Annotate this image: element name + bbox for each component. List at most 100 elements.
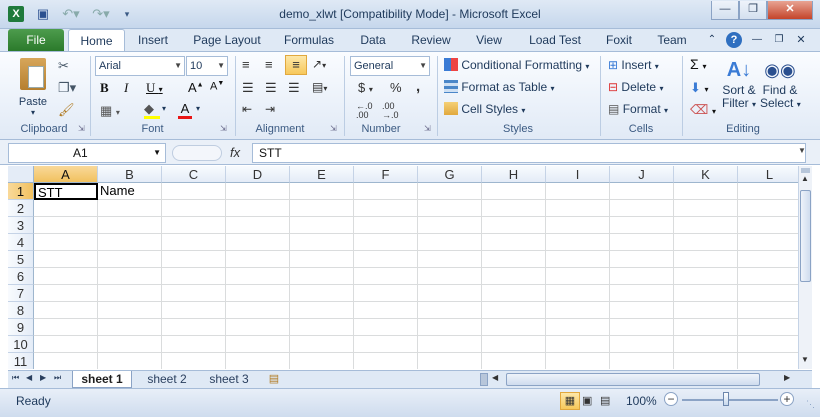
zoom-level[interactable]: 100% xyxy=(626,394,657,408)
cut-icon[interactable]: ✂ xyxy=(58,58,69,74)
font-name-combo[interactable]: Arial ▼ xyxy=(95,56,185,76)
clear-icon[interactable]: ⌫ ▾ xyxy=(690,102,716,118)
cell-g5[interactable] xyxy=(418,251,482,268)
fill-color-dropdown[interactable]: ▾ xyxy=(162,104,166,113)
increase-decimal-icon[interactable]: ←.0.00 xyxy=(356,102,373,120)
column-header[interactable]: F xyxy=(354,166,418,183)
sheet-tab[interactable]: sheet 2 xyxy=(138,371,196,388)
column-header[interactable]: E xyxy=(290,166,354,183)
cell-a2[interactable] xyxy=(34,200,98,217)
cell-i5[interactable] xyxy=(546,251,610,268)
cell-h3[interactable] xyxy=(482,217,546,234)
sheet-tab[interactable]: sheet 3 xyxy=(200,371,258,388)
cell-f2[interactable] xyxy=(354,200,418,217)
cell-h8[interactable] xyxy=(482,302,546,319)
font-size-combo[interactable]: 10 ▼ xyxy=(186,56,228,76)
cell-k4[interactable] xyxy=(674,234,738,251)
cell-f4[interactable] xyxy=(354,234,418,251)
column-header[interactable]: H xyxy=(482,166,546,183)
cell-j4[interactable] xyxy=(610,234,674,251)
zoom-in-icon[interactable]: + xyxy=(780,392,794,406)
cell-h6[interactable] xyxy=(482,268,546,285)
cell-c8[interactable] xyxy=(162,302,226,319)
zoom-slider-track[interactable] xyxy=(682,399,778,401)
cell-j9[interactable] xyxy=(610,319,674,336)
format-cells-button[interactable]: ▤ Format ▾ xyxy=(608,102,668,116)
alignment-launcher-icon[interactable]: ⇲ xyxy=(330,124,337,133)
cell-f11[interactable] xyxy=(354,353,418,369)
cell-g11[interactable] xyxy=(418,353,482,369)
cell-k6[interactable] xyxy=(674,268,738,285)
cell-a4[interactable] xyxy=(34,234,98,251)
row-header[interactable]: 6 xyxy=(8,268,34,285)
window-minimize-icon[interactable]: — xyxy=(748,29,766,51)
cell-e7[interactable] xyxy=(290,285,354,302)
cell-l1[interactable] xyxy=(738,183,798,200)
cell-a6[interactable] xyxy=(34,268,98,285)
shrink-font-icon[interactable]: A▼ xyxy=(210,80,224,93)
cell-g2[interactable] xyxy=(418,200,482,217)
cell-d1[interactable] xyxy=(226,183,290,200)
cell-b4[interactable] xyxy=(98,234,162,251)
split-box[interactable] xyxy=(801,168,810,173)
column-header[interactable]: A xyxy=(34,166,98,183)
cell-a5[interactable] xyxy=(34,251,98,268)
align-left-icon[interactable]: ☰ xyxy=(242,80,254,96)
cell-h11[interactable] xyxy=(482,353,546,369)
cell-e4[interactable] xyxy=(290,234,354,251)
cell-c10[interactable] xyxy=(162,336,226,353)
row-header[interactable]: 3 xyxy=(8,217,34,234)
font-launcher-icon[interactable]: ⇲ xyxy=(220,124,227,133)
zoom-out-icon[interactable]: − xyxy=(664,392,678,406)
cell-i7[interactable] xyxy=(546,285,610,302)
cell-e2[interactable] xyxy=(290,200,354,217)
restore-button[interactable]: ❐ xyxy=(739,1,767,20)
cell-a11[interactable] xyxy=(34,353,98,369)
cell-k11[interactable] xyxy=(674,353,738,369)
align-top-icon[interactable]: ≡ xyxy=(242,57,250,72)
column-header[interactable]: C xyxy=(162,166,226,183)
column-header[interactable]: I xyxy=(546,166,610,183)
insert-worksheet-icon[interactable]: ▤ xyxy=(264,372,284,387)
cell-f1[interactable] xyxy=(354,183,418,200)
cell-b1[interactable]: Name xyxy=(98,183,162,200)
row-header[interactable]: 9 xyxy=(8,319,34,336)
row-header[interactable]: 7 xyxy=(8,285,34,302)
cell-j10[interactable] xyxy=(610,336,674,353)
cell-b8[interactable] xyxy=(98,302,162,319)
cell-f8[interactable] xyxy=(354,302,418,319)
cell-c2[interactable] xyxy=(162,200,226,217)
cell-l6[interactable] xyxy=(738,268,798,285)
cell-e5[interactable] xyxy=(290,251,354,268)
align-center-icon[interactable]: ☰ xyxy=(265,80,277,96)
cell-j6[interactable] xyxy=(610,268,674,285)
minimize-button[interactable]: — xyxy=(711,1,739,20)
cell-j3[interactable] xyxy=(610,217,674,234)
format-painter-icon[interactable]: 🖌 xyxy=(58,102,75,118)
underline-button[interactable]: U ▾ xyxy=(146,80,163,96)
tab-insert[interactable]: Insert xyxy=(128,29,178,51)
row-header[interactable]: 2 xyxy=(8,200,34,217)
cell-d8[interactable] xyxy=(226,302,290,319)
align-right-icon[interactable]: ☰ xyxy=(288,80,300,96)
cell-c11[interactable] xyxy=(162,353,226,369)
cell-i4[interactable] xyxy=(546,234,610,251)
cell-e11[interactable] xyxy=(290,353,354,369)
cell-c9[interactable] xyxy=(162,319,226,336)
bold-button[interactable]: B xyxy=(100,80,109,96)
vertical-scroll-thumb[interactable] xyxy=(800,190,811,282)
tab-formulas[interactable]: Formulas xyxy=(276,29,342,51)
percent-icon[interactable]: % xyxy=(390,80,402,95)
grow-font-icon[interactable]: A▲ xyxy=(188,80,204,95)
sort-filter-button[interactable]: A↓ Sort & Filter ▾ xyxy=(718,56,760,111)
cell-l7[interactable] xyxy=(738,285,798,302)
scroll-down-icon[interactable]: ▼ xyxy=(801,355,809,364)
copy-icon[interactable]: ❐▾ xyxy=(58,80,76,96)
insert-function-icon[interactable]: fx xyxy=(230,143,250,163)
cell-f9[interactable] xyxy=(354,319,418,336)
cell-g8[interactable] xyxy=(418,302,482,319)
cell-e1[interactable] xyxy=(290,183,354,200)
cell-k10[interactable] xyxy=(674,336,738,353)
cell-l2[interactable] xyxy=(738,200,798,217)
cell-b9[interactable] xyxy=(98,319,162,336)
